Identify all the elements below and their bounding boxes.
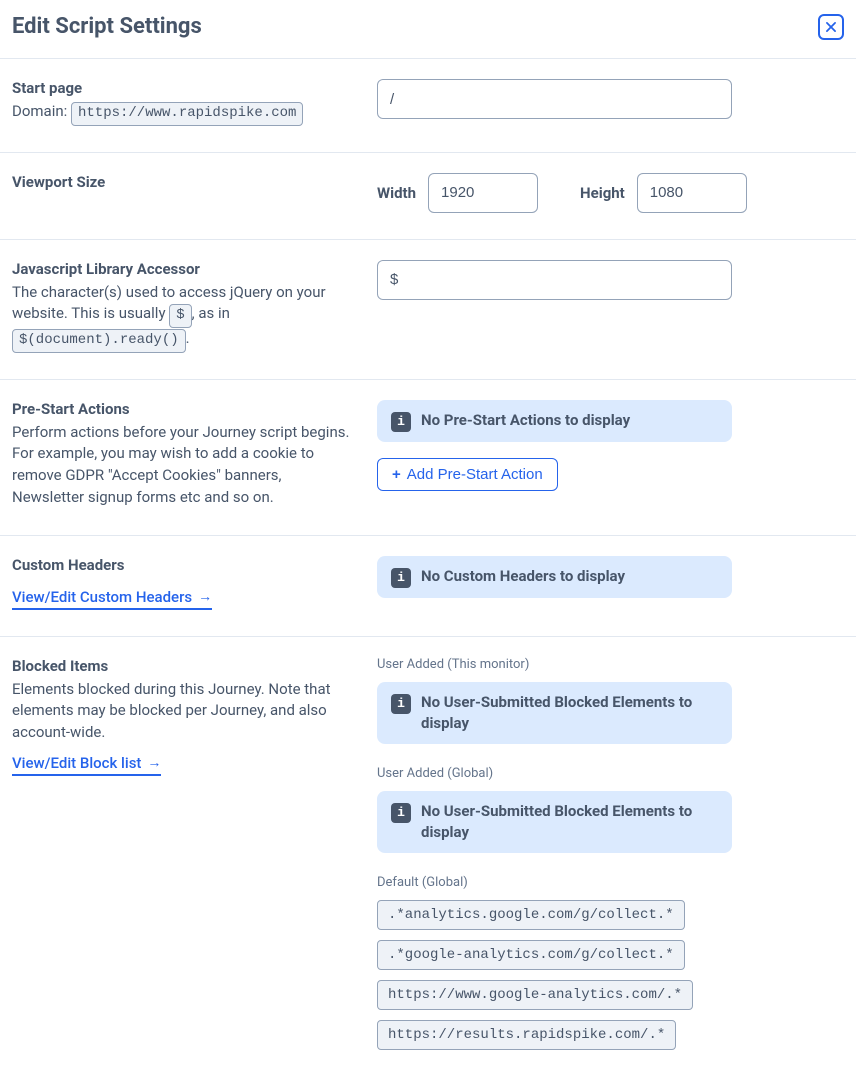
close-button[interactable] bbox=[818, 14, 844, 40]
add-pre-start-action-label: Add Pre-Start Action bbox=[407, 466, 543, 483]
custom-headers-link-label: View/Edit Custom Headers bbox=[12, 588, 192, 606]
blocked-item: .*analytics.google.com/g/collect.* bbox=[377, 900, 685, 930]
info-icon: i bbox=[391, 568, 411, 588]
blocked-default-list: .*analytics.google.com/g/collect.* .*goo… bbox=[377, 900, 844, 1050]
start-page-label: Start page bbox=[12, 79, 357, 97]
blocked-item: https://www.google-analytics.com/.* bbox=[377, 980, 693, 1010]
start-page-path-input[interactable] bbox=[377, 79, 732, 119]
pre-start-banner-text: No Pre-Start Actions to display bbox=[421, 410, 630, 431]
viewport-label: Viewport Size bbox=[12, 173, 357, 191]
custom-headers-banner-text: No Custom Headers to display bbox=[421, 566, 625, 587]
blocked-group-user-global: User Added (Global) i No User-Submitted … bbox=[377, 766, 844, 853]
blocked-user-global-banner: i No User-Submitted Blocked Elements to … bbox=[377, 791, 732, 853]
custom-headers-empty-banner: i No Custom Headers to display bbox=[377, 556, 732, 598]
pre-start-empty-banner: i No Pre-Start Actions to display bbox=[377, 400, 732, 442]
js-library-code-2: $(document).ready() bbox=[12, 329, 186, 353]
info-icon: i bbox=[391, 412, 411, 432]
blocked-group-heading: User Added (This monitor) bbox=[377, 657, 844, 672]
plus-icon: + bbox=[392, 466, 401, 483]
blocked-user-monitor-banner: i No User-Submitted Blocked Elements to … bbox=[377, 682, 732, 744]
blocked-item: .*google-analytics.com/g/collect.* bbox=[377, 940, 685, 970]
viewport-width-label: Width bbox=[377, 184, 416, 202]
blocked-group-heading: User Added (Global) bbox=[377, 766, 844, 781]
section-custom-headers: Custom Headers View/Edit Custom Headers … bbox=[0, 536, 856, 637]
section-blocked-items: Blocked Items Elements blocked during th… bbox=[0, 637, 856, 1076]
section-pre-start: Pre-Start Actions Perform actions before… bbox=[0, 380, 856, 536]
block-list-link-label: View/Edit Block list bbox=[12, 754, 141, 772]
blocked-items-label: Blocked Items bbox=[12, 657, 357, 675]
blocked-item: https://results.rapidspike.com/.* bbox=[377, 1020, 676, 1050]
section-js-library: Javascript Library Accessor The characte… bbox=[0, 240, 856, 380]
add-pre-start-action-button[interactable]: + Add Pre-Start Action bbox=[377, 458, 558, 491]
js-library-desc: The character(s) used to access jQuery o… bbox=[12, 282, 357, 353]
arrow-right-icon: → bbox=[147, 754, 161, 771]
blocked-group-heading: Default (Global) bbox=[377, 875, 844, 890]
js-library-code-1: $ bbox=[169, 304, 191, 328]
blocked-items-desc: Elements blocked during this Journey. No… bbox=[12, 679, 357, 744]
info-icon: i bbox=[391, 803, 411, 823]
close-icon bbox=[824, 20, 838, 34]
js-library-label: Javascript Library Accessor bbox=[12, 260, 357, 278]
domain-value-chip: https://www.rapidspike.com bbox=[71, 102, 303, 126]
blocked-group-default-global: Default (Global) .*analytics.google.com/… bbox=[377, 875, 844, 1050]
section-start-page: Start page Domain: https://www.rapidspik… bbox=[0, 59, 856, 153]
viewport-height-input[interactable] bbox=[637, 173, 747, 213]
modal-header: Edit Script Settings bbox=[0, 0, 856, 59]
viewport-height-label: Height bbox=[580, 184, 625, 202]
arrow-right-icon: → bbox=[198, 588, 212, 605]
viewport-width-input[interactable] bbox=[428, 173, 538, 213]
js-library-desc-post: . bbox=[186, 329, 190, 347]
section-viewport: Viewport Size Width Height bbox=[0, 153, 856, 240]
js-library-desc-mid: , as in bbox=[192, 304, 230, 322]
info-icon: i bbox=[391, 694, 411, 714]
js-library-input[interactable] bbox=[377, 260, 732, 300]
view-edit-custom-headers-link[interactable]: View/Edit Custom Headers → bbox=[12, 588, 212, 610]
domain-label: Domain: bbox=[12, 102, 71, 120]
blocked-user-global-text: No User-Submitted Blocked Elements to di… bbox=[421, 801, 718, 843]
view-edit-block-list-link[interactable]: View/Edit Block list → bbox=[12, 754, 161, 776]
pre-start-desc: Perform actions before your Journey scri… bbox=[12, 422, 357, 509]
blocked-user-monitor-text: No User-Submitted Blocked Elements to di… bbox=[421, 692, 718, 734]
blocked-group-user-monitor: User Added (This monitor) i No User-Subm… bbox=[377, 657, 844, 744]
pre-start-label: Pre-Start Actions bbox=[12, 400, 357, 418]
modal-title: Edit Script Settings bbox=[12, 14, 202, 39]
custom-headers-label: Custom Headers bbox=[12, 556, 357, 574]
start-page-domain-row: Domain: https://www.rapidspike.com bbox=[12, 101, 357, 126]
